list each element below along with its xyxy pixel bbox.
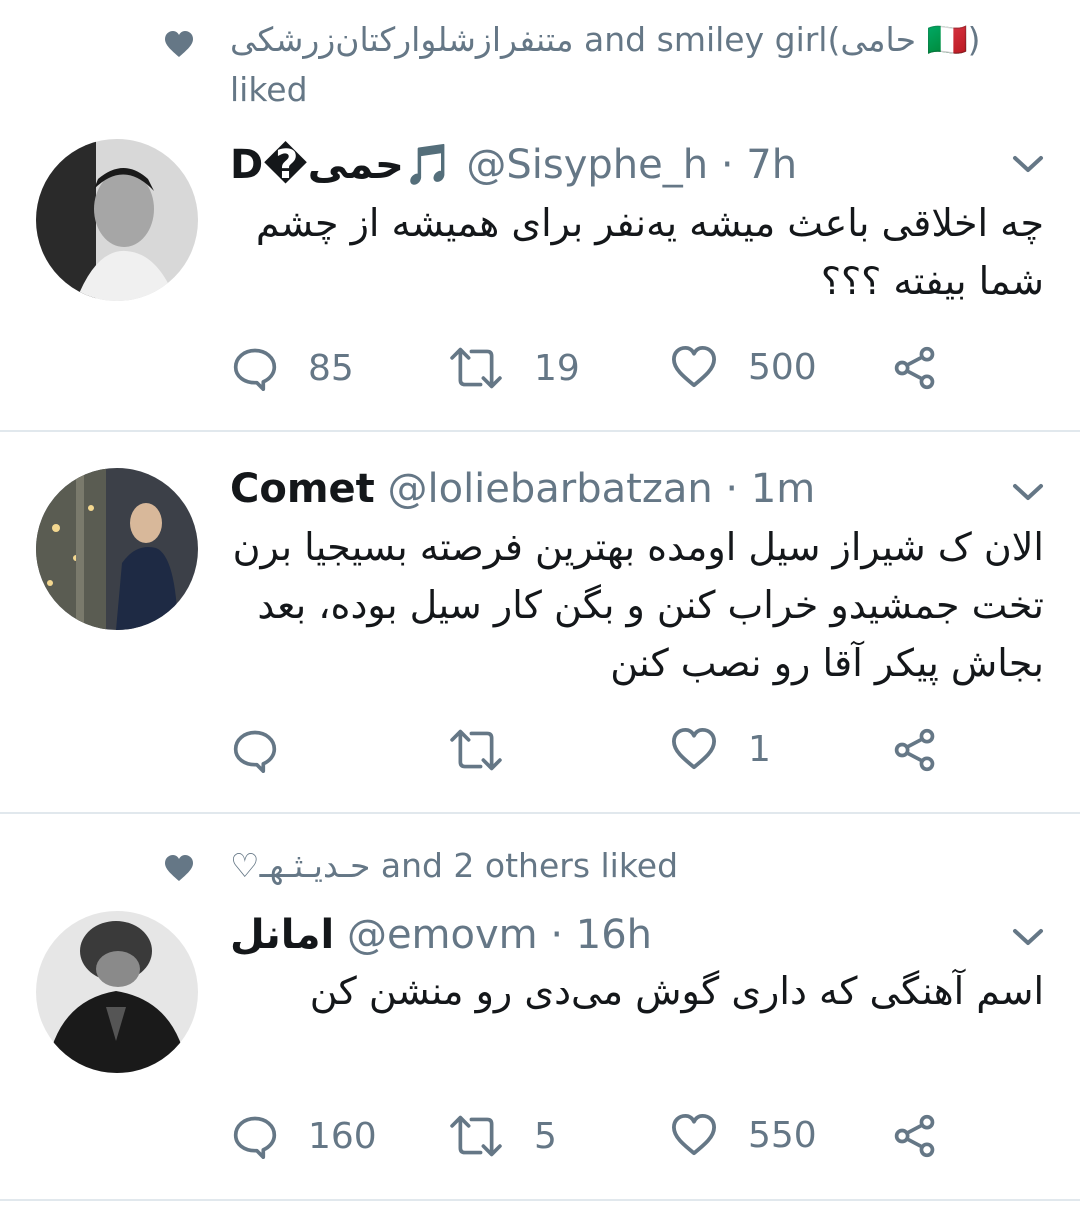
chevron-down-icon[interactable] (1012, 482, 1044, 502)
share-icon (892, 1113, 938, 1159)
like-count: 500 (748, 346, 817, 388)
social-context-names[interactable]: متنفرازشلوارکتان‌زرشکی (230, 20, 574, 59)
avatar[interactable] (36, 139, 198, 301)
social-context-names[interactable]: ♡حـديـثـهـ (230, 846, 370, 885)
like-count: 550 (748, 1114, 817, 1156)
tweet-actions: 85 19 500 (0, 340, 1080, 400)
share-icon (892, 727, 938, 773)
tweet[interactable]: Comet @loliebarbatzan · 1m الان ک شیراز … (0, 432, 1080, 812)
avatar[interactable] (36, 468, 198, 630)
retweet-count: 19 (534, 347, 580, 389)
reply-icon (232, 345, 278, 391)
tweet[interactable]: ♡حـديـثـهـ and 2 others liked امانل @emo… (0, 814, 1080, 1199)
like-button[interactable]: 500 (670, 345, 817, 389)
like-button[interactable]: 1 (670, 727, 771, 771)
tweet-text: الان ک شیراز سیل اومده بهترین فرصته بسیج… (232, 525, 1044, 685)
reply-button[interactable]: 85 (232, 345, 354, 391)
tweet-header: Comet @loliebarbatzan · 1m (230, 464, 815, 514)
chevron-down-icon[interactable] (1012, 154, 1044, 174)
divider (0, 1199, 1080, 1201)
heart-filled-icon (164, 854, 194, 882)
timestamp[interactable]: 1m (751, 466, 815, 512)
like-button[interactable]: 550 (670, 1113, 817, 1157)
tweet-text: چه اخلاقی باعث میشه یه‌نفر برای همیشه از… (255, 201, 1044, 303)
heart-filled-icon (164, 30, 194, 58)
social-context-suffix: liked (230, 70, 308, 109)
timestamp[interactable]: 16h (576, 912, 652, 958)
tweet-header: D�حمی🎵 @Sisyphe_h · 7h (230, 140, 797, 190)
reply-count: 85 (308, 347, 354, 389)
tweet-actions: 1 (0, 722, 1080, 782)
like-icon (670, 345, 718, 389)
retweet-icon (448, 345, 504, 391)
social-context: متنفرازشلوارکتان‌زرشکی and smiley girl(ح… (230, 16, 980, 64)
share-icon (892, 345, 938, 391)
share-button[interactable] (892, 727, 938, 773)
like-icon (670, 1113, 718, 1157)
reply-button[interactable] (232, 727, 308, 773)
social-context: ♡حـديـثـهـ and 2 others liked (230, 842, 678, 890)
retweet-button[interactable]: 19 (448, 345, 580, 391)
author-name[interactable]: Comet (230, 466, 375, 512)
reply-icon (232, 1113, 278, 1159)
author-handle[interactable]: @loliebarbatzan (387, 466, 712, 512)
separator: · (725, 466, 739, 512)
share-button[interactable] (892, 345, 938, 391)
chevron-down-icon[interactable] (1012, 927, 1044, 947)
retweet-button[interactable]: 5 (448, 1113, 557, 1159)
retweet-button[interactable] (448, 727, 534, 773)
tweet-text: اسم آهنگی که داری گوش می‌دی رو منشن کن (309, 969, 1044, 1013)
tweet-actions: 160 5 550 (0, 1108, 1080, 1168)
tweet-header: امانل @emovm · 16h (230, 910, 652, 960)
social-context-connector: and smiley girl(حامی 🇮🇹) (584, 20, 981, 59)
author-name[interactable]: امانل (230, 912, 334, 958)
like-icon (670, 727, 718, 771)
avatar[interactable] (36, 911, 198, 1073)
like-count: 1 (748, 728, 771, 770)
separator: · (720, 142, 734, 188)
reply-button[interactable]: 160 (232, 1113, 377, 1159)
retweet-count: 5 (534, 1115, 557, 1157)
reply-count: 160 (308, 1115, 377, 1157)
reply-icon (232, 727, 278, 773)
timestamp[interactable]: 7h (746, 142, 797, 188)
retweet-icon (448, 727, 504, 773)
author-handle[interactable]: @emovm (347, 912, 538, 958)
tweet[interactable]: متنفرازشلوارکتان‌زرشکی and smiley girl(ح… (0, 0, 1080, 430)
share-button[interactable] (892, 1113, 938, 1159)
social-context-connector: and 2 others liked (380, 846, 679, 885)
author-handle[interactable]: @Sisyphe_h (466, 142, 708, 188)
retweet-icon (448, 1113, 504, 1159)
author-name[interactable]: D�حمی🎵 (230, 142, 454, 188)
separator: · (550, 912, 564, 958)
